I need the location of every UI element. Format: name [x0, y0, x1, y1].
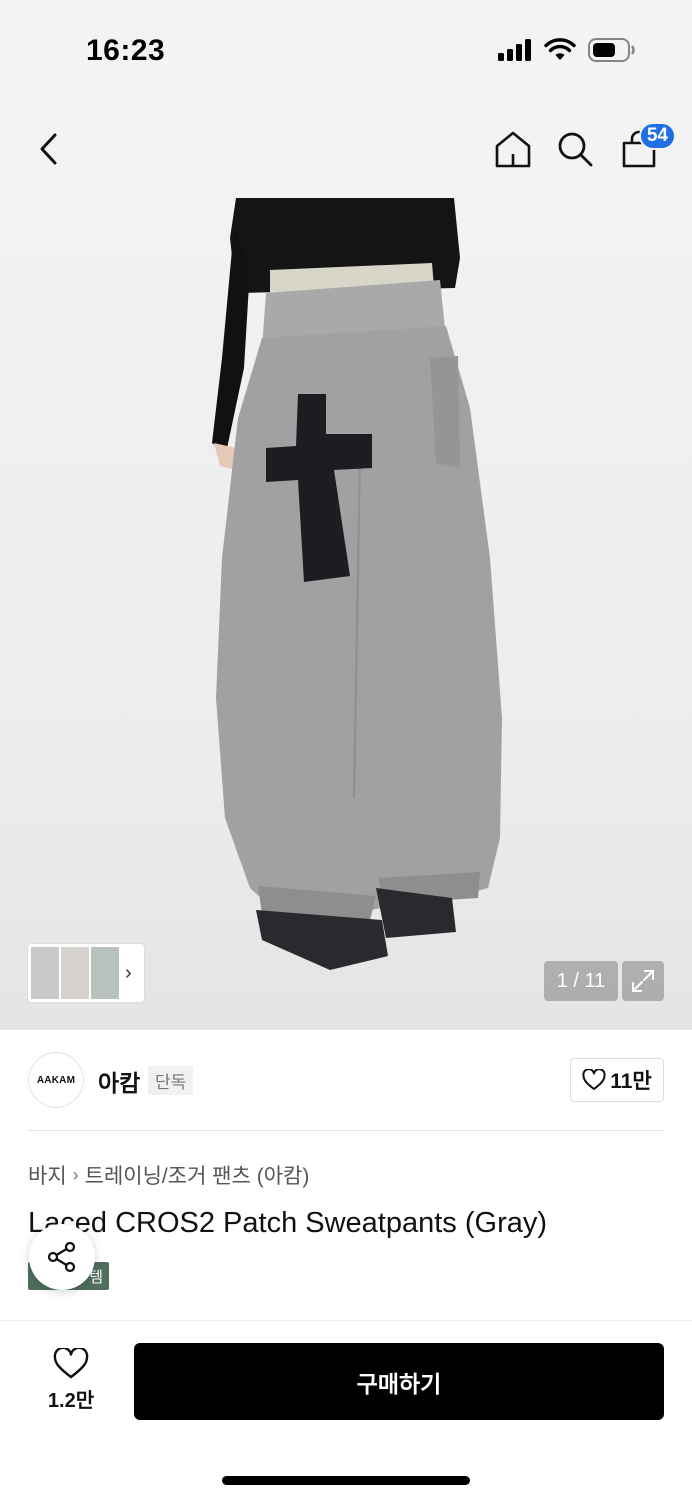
thumbnail-1[interactable]: [31, 947, 59, 999]
heart-icon: [582, 1069, 606, 1090]
cart-button[interactable]: 54: [614, 122, 676, 174]
thumbnail-2[interactable]: [61, 947, 89, 999]
brand-row: AAKAM 아캄 단독 11만: [28, 1052, 664, 1108]
signal-icon: [498, 39, 531, 61]
buy-button[interactable]: 구매하기: [134, 1343, 664, 1420]
home-button[interactable]: [488, 124, 538, 174]
expand-image-button[interactable]: [622, 961, 664, 1001]
breadcrumb: 바지 › 트레이닝/조거 팬츠 (아캄): [28, 1160, 309, 1190]
top-navigation: 54: [0, 100, 692, 198]
battery-icon: [588, 38, 635, 62]
product-image[interactable]: [0, 198, 692, 1030]
back-button[interactable]: [24, 124, 74, 174]
breadcrumb-category[interactable]: 바지: [28, 1160, 67, 1190]
thumbnail-strip[interactable]: ›: [28, 944, 144, 1002]
expand-icon: [632, 970, 654, 992]
share-icon: [47, 1241, 76, 1273]
product-title: Laced CROS2 Patch Sweatpants (Gray): [28, 1207, 548, 1239]
brand-like-button[interactable]: 11만: [570, 1058, 664, 1102]
search-button[interactable]: [550, 124, 600, 174]
cart-count-badge: 54: [638, 122, 676, 150]
breadcrumb-subcategory[interactable]: 트레이닝/조거 팬츠 (아캄): [85, 1160, 310, 1190]
brand-name[interactable]: 아캄: [98, 1064, 140, 1098]
exclusive-tag: 단독: [148, 1066, 194, 1095]
wifi-icon: [544, 38, 576, 60]
wishlist-button[interactable]: 1.2만: [36, 1345, 106, 1415]
thumbnail-3[interactable]: [91, 947, 119, 999]
status-icons: [498, 38, 636, 62]
brand-logo[interactable]: AAKAM: [28, 1052, 84, 1108]
chevron-left-icon: [40, 133, 57, 165]
share-button[interactable]: [29, 1224, 95, 1290]
heart-icon: [53, 1347, 89, 1378]
status-bar: 16:23: [0, 0, 692, 100]
search-icon: [558, 132, 593, 167]
product-photo-illustration: [212, 198, 502, 970]
divider: [28, 1130, 664, 1131]
brand-like-count: 11만: [610, 1070, 652, 1093]
home-icon: [495, 131, 531, 168]
wishlist-count: 1.2만: [47, 1389, 95, 1412]
image-page-counter: 1 / 11: [544, 961, 618, 1001]
breadcrumb-separator-icon: ›: [72, 1164, 79, 1185]
bottom-action-bar: 1.2만 구매하기: [0, 1320, 692, 1500]
chevron-right-icon: ›: [125, 961, 132, 984]
home-indicator: [222, 1476, 470, 1485]
status-time: 16:23: [86, 34, 166, 67]
